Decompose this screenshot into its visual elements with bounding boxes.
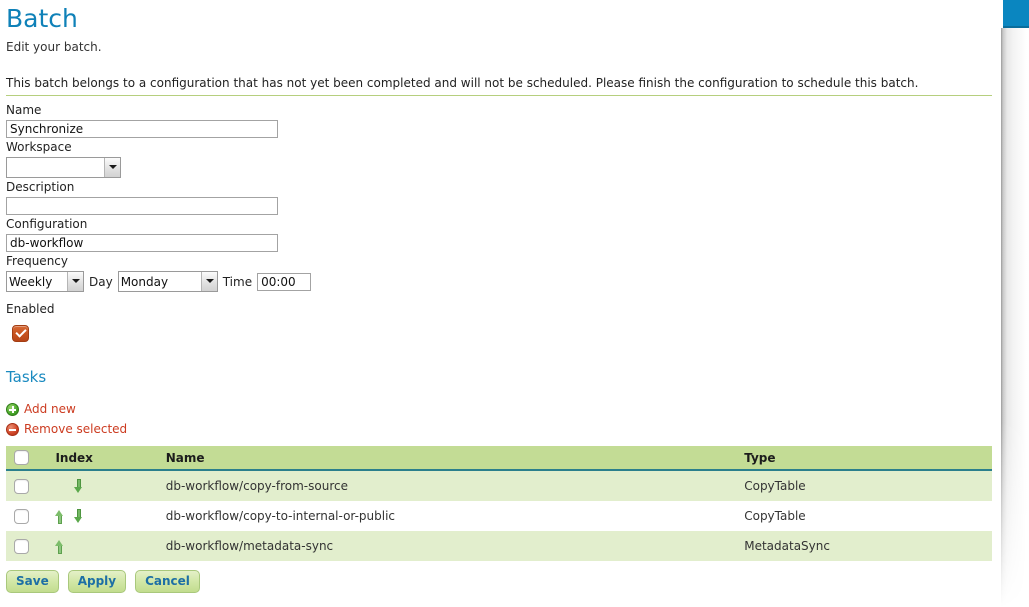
form-button-bar: Save Apply Cancel bbox=[0, 561, 1001, 593]
name-label: Name bbox=[6, 103, 42, 117]
configuration-input[interactable] bbox=[6, 234, 278, 252]
move-down-icon[interactable] bbox=[74, 478, 83, 494]
frequency-select-wrap[interactable]: Weekly bbox=[6, 271, 84, 292]
table-row: db-workflow/copy-from-source CopyTable bbox=[6, 470, 992, 501]
time-label: Time bbox=[222, 274, 253, 289]
row-index-cell bbox=[43, 470, 163, 501]
batch-form: Name Workspace Description Configuration… bbox=[0, 96, 1001, 342]
row-checkbox[interactable] bbox=[14, 538, 29, 554]
tasks-table: Index Name Type db-workflow/copy-from-so… bbox=[6, 446, 992, 561]
row-checkbox[interactable] bbox=[14, 508, 29, 524]
row-select-cell bbox=[6, 531, 44, 561]
name-header[interactable]: Name bbox=[162, 446, 741, 471]
configuration-warning-message: This batch belongs to a configuration th… bbox=[6, 76, 992, 96]
apply-button[interactable]: Apply bbox=[67, 570, 127, 593]
row-index-cell bbox=[43, 531, 163, 561]
remove-selected-row[interactable]: Remove selected bbox=[0, 416, 1001, 436]
frequency-label: Frequency bbox=[6, 254, 68, 268]
index-header[interactable]: Index bbox=[43, 446, 163, 471]
row-name-cell: db-workflow/copy-to-internal-or-public bbox=[162, 501, 741, 531]
page-content: Batch Edit your batch. This batch belong… bbox=[0, 0, 1001, 607]
select-all-checkbox[interactable] bbox=[14, 450, 29, 465]
row-type-cell: CopyTable bbox=[740, 501, 992, 531]
add-new-row[interactable]: Add new bbox=[0, 386, 1001, 416]
right-panel-header[interactable] bbox=[1003, 0, 1029, 28]
row-move-controls bbox=[43, 471, 162, 501]
page-right-edge-shadow bbox=[1001, 28, 1029, 607]
add-circle-icon bbox=[6, 402, 19, 416]
row-select-cell bbox=[6, 501, 44, 531]
move-down-icon[interactable] bbox=[74, 508, 83, 524]
row-name-cell: db-workflow/copy-from-source bbox=[162, 470, 741, 501]
remove-selected-link[interactable]: Remove selected bbox=[24, 422, 127, 436]
add-new-link[interactable]: Add new bbox=[24, 402, 76, 416]
table-header-row: Index Name Type bbox=[6, 446, 992, 471]
day-label: Day bbox=[89, 274, 113, 289]
row-move-controls bbox=[43, 501, 162, 531]
table-row: db-workflow/copy-to-internal-or-public C… bbox=[6, 501, 992, 531]
save-button[interactable]: Save bbox=[6, 570, 59, 593]
type-header[interactable]: Type bbox=[740, 446, 992, 471]
row-move-controls bbox=[43, 531, 162, 561]
day-select[interactable]: Monday bbox=[117, 271, 218, 292]
day-select-wrap[interactable]: Monday bbox=[117, 271, 218, 292]
row-checkbox[interactable] bbox=[14, 478, 29, 494]
description-label: Description bbox=[6, 180, 75, 194]
description-input[interactable] bbox=[6, 197, 278, 215]
name-input[interactable] bbox=[6, 120, 278, 138]
workspace-select-wrap[interactable] bbox=[6, 157, 121, 178]
move-up-icon[interactable] bbox=[55, 539, 64, 554]
configuration-label: Configuration bbox=[6, 217, 88, 231]
row-name-cell: db-workflow/metadata-sync bbox=[162, 531, 741, 561]
remove-circle-icon bbox=[6, 422, 19, 436]
page-subtitle: Edit your batch. bbox=[6, 40, 102, 54]
cancel-button[interactable]: Cancel bbox=[135, 570, 200, 593]
tasks-table-body: db-workflow/copy-from-source CopyTable d… bbox=[6, 470, 992, 561]
row-select-cell bbox=[6, 470, 44, 501]
tasks-section-title: Tasks bbox=[6, 368, 47, 386]
time-input[interactable] bbox=[257, 272, 312, 291]
row-type-cell: MetadataSync bbox=[740, 531, 992, 561]
table-row: db-workflow/metadata-sync MetadataSync bbox=[6, 531, 992, 561]
row-type-cell: CopyTable bbox=[740, 470, 992, 501]
move-up-icon[interactable] bbox=[55, 509, 64, 524]
enabled-checkbox[interactable] bbox=[12, 325, 29, 342]
select-all-header bbox=[6, 446, 44, 471]
frequency-row: Weekly Day Monday Time bbox=[6, 271, 1001, 292]
workspace-select[interactable] bbox=[6, 157, 121, 178]
tasks-table-head: Index Name Type bbox=[6, 446, 992, 471]
frequency-select[interactable]: Weekly bbox=[6, 271, 84, 292]
workspace-label: Workspace bbox=[6, 140, 72, 154]
row-index-cell bbox=[43, 501, 163, 531]
enabled-label: Enabled bbox=[6, 302, 55, 316]
page-title: Batch bbox=[6, 4, 78, 33]
